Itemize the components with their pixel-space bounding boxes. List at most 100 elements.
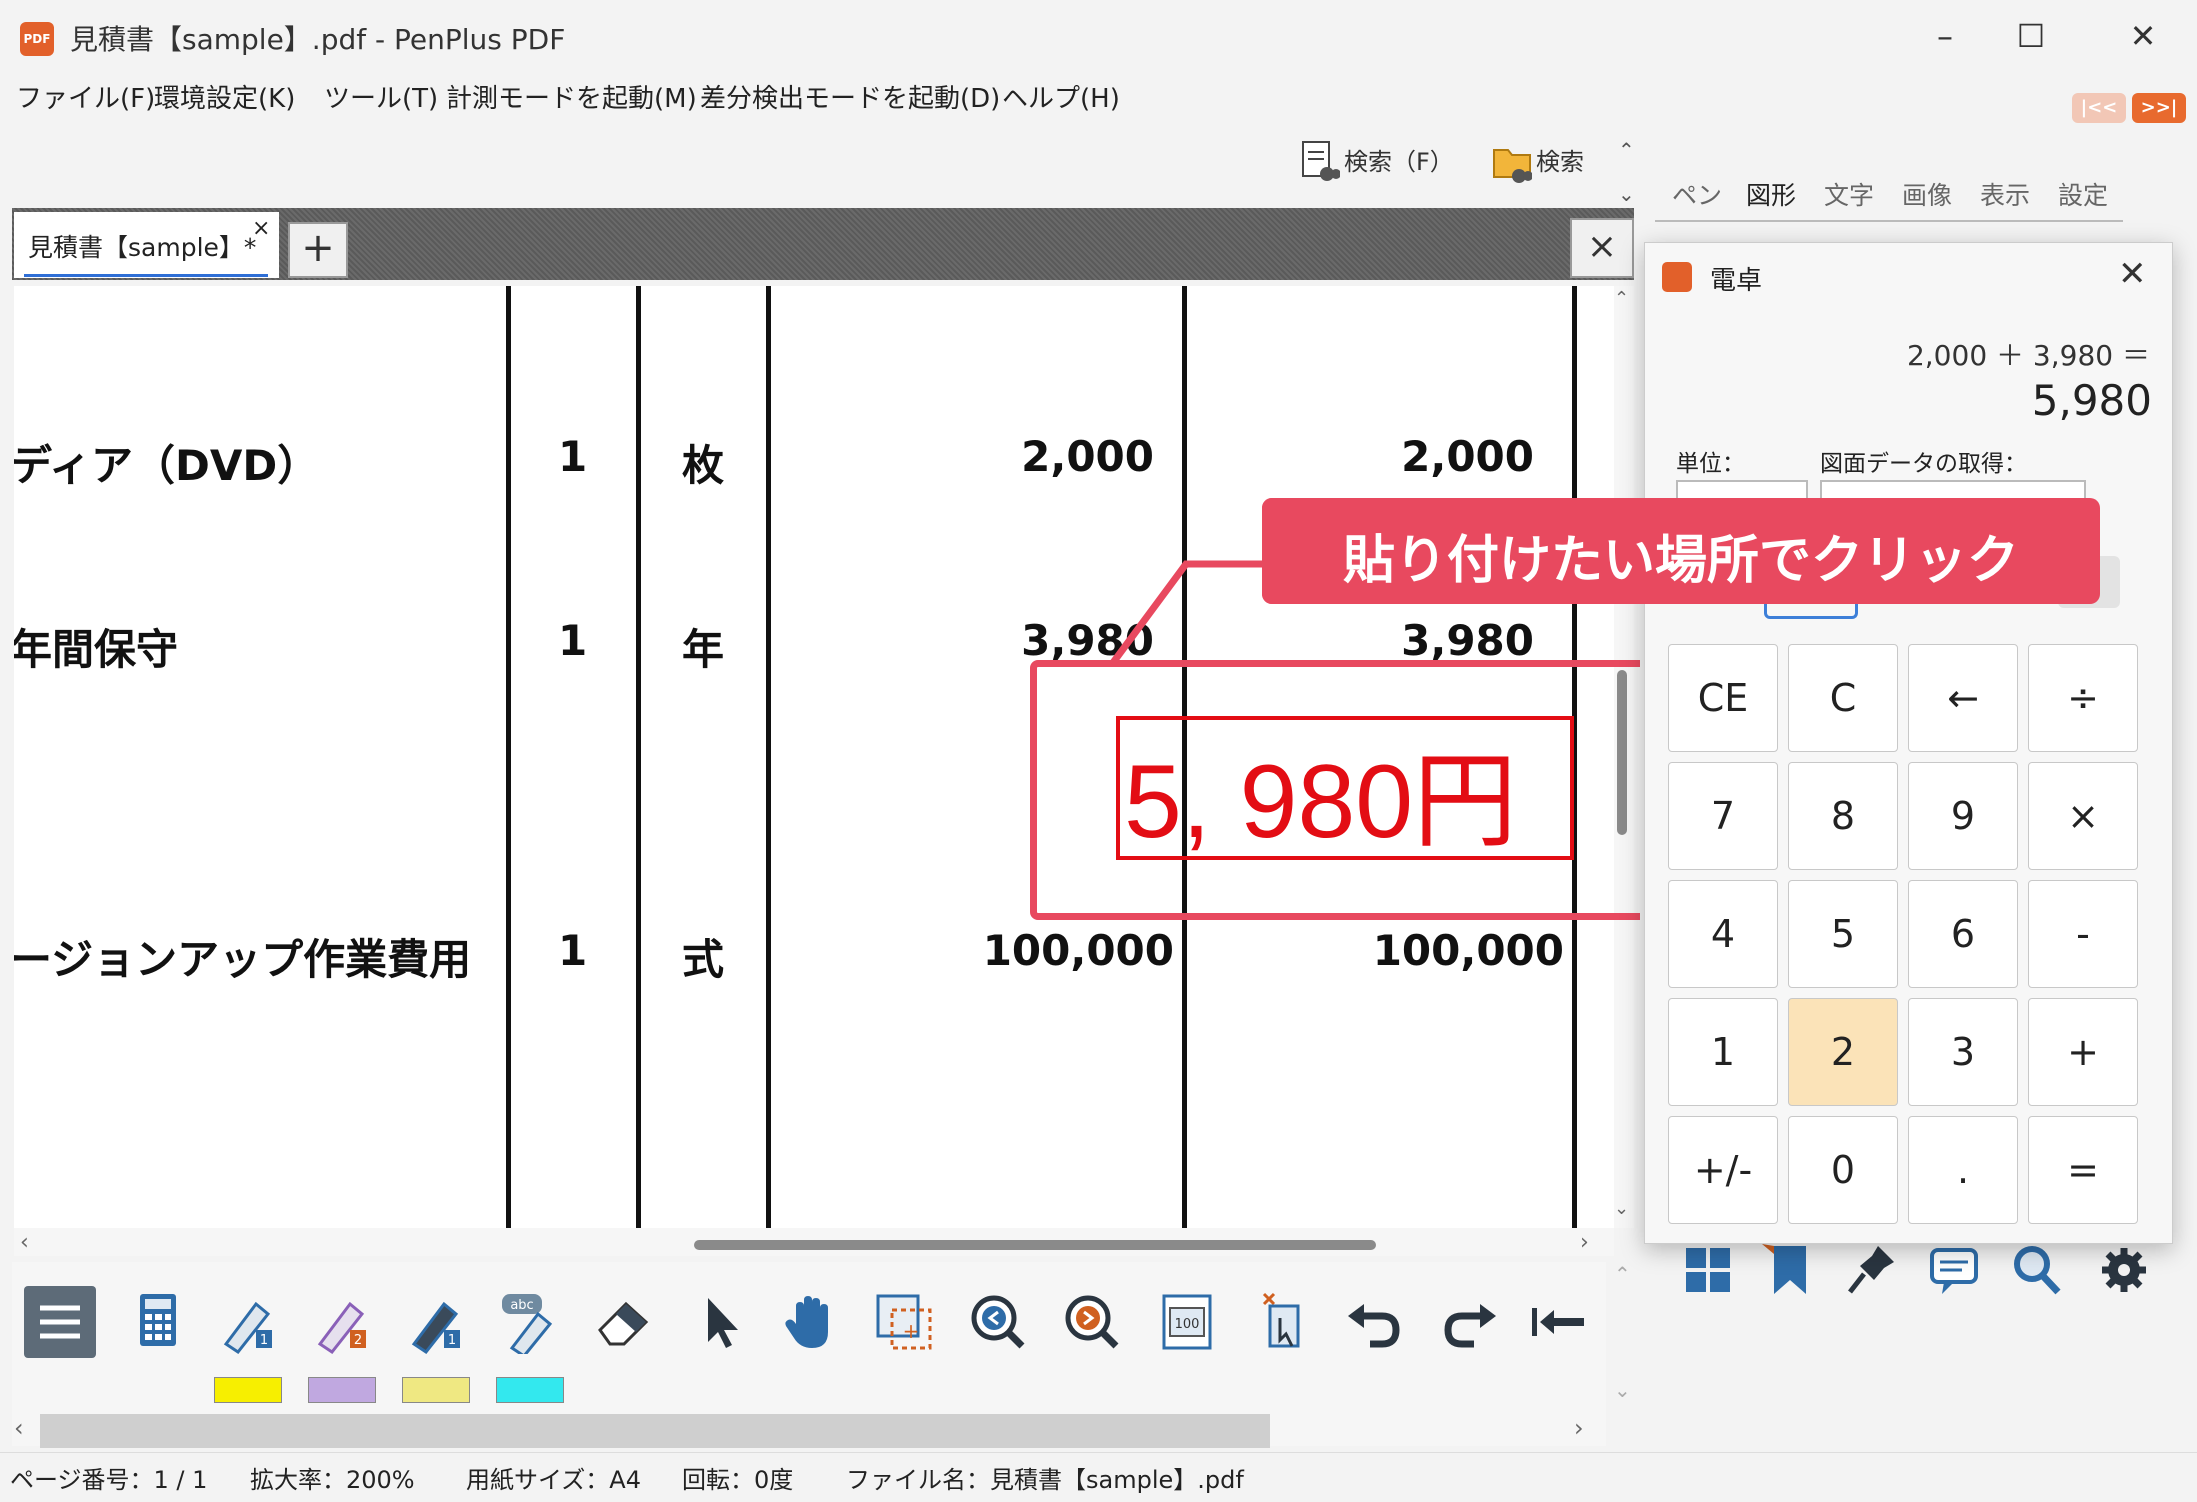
toolbar-scroll-left-icon[interactable]: ‹	[14, 1414, 24, 1442]
menu-diff-mode[interactable]: 差分検出モードを起動(D)	[700, 78, 1000, 115]
calc-key-8[interactable]: 8	[1788, 762, 1898, 870]
calc-key-multiply[interactable]: ×	[2028, 762, 2138, 870]
zoom-out-icon[interactable]	[964, 1290, 1034, 1354]
table-column-line	[636, 286, 641, 1228]
calc-key-7[interactable]: 7	[1668, 762, 1778, 870]
status-paper-size: 用紙サイズ：A4	[466, 1466, 641, 1494]
collapse-down-icon[interactable]: ⌄	[1618, 182, 1635, 206]
panel-tab-view[interactable]: 表示	[1980, 176, 2030, 212]
panel-tab-text[interactable]: 文字	[1824, 176, 1874, 212]
new-tab-button[interactable]: +	[288, 222, 348, 278]
pen3-color-swatch[interactable]	[402, 1377, 470, 1403]
calc-key-equals[interactable]: =	[2028, 1116, 2138, 1224]
selected-option-button[interactable]	[1764, 604, 1858, 619]
status-zoom: 拡大率：200%	[250, 1466, 415, 1494]
svg-text:100: 100	[1175, 1317, 1200, 1332]
pen3-icon[interactable]: 1	[400, 1290, 470, 1355]
eraser-icon[interactable]	[588, 1290, 658, 1354]
zoom-in-icon[interactable]	[1058, 1290, 1128, 1354]
scroll-right-icon[interactable]: ›	[1580, 1230, 1589, 1255]
menu-icon[interactable]	[24, 1286, 96, 1358]
window-title: 見積書【sample】.pdf - PenPlus PDF	[70, 23, 566, 56]
redo-icon[interactable]	[1434, 1290, 1504, 1354]
panel-tab-settings[interactable]: 設定	[2058, 176, 2108, 212]
calc-key-divide[interactable]: ÷	[2028, 644, 2138, 752]
scroll-left-icon[interactable]: ‹	[20, 1230, 29, 1255]
calculator-close-button[interactable]: ✕	[2118, 254, 2147, 294]
text-pen-color-swatch[interactable]	[496, 1377, 564, 1403]
pin-icon[interactable]	[1844, 1240, 1900, 1300]
table-cell-amount: 2,000	[1401, 432, 1534, 481]
stamp-icon[interactable]	[1246, 1290, 1316, 1354]
panel-tab-shape[interactable]: 図形	[1746, 176, 1796, 212]
panel-tab-pen[interactable]: ペン	[1672, 176, 1722, 212]
calc-key-5[interactable]: 5	[1788, 880, 1898, 988]
table-cell-amount: 3,980	[1401, 616, 1534, 665]
table-cell-price: 2,000	[1021, 432, 1154, 481]
menu-file[interactable]: ファイル(F)	[16, 78, 155, 115]
close-document-button[interactable]: ×	[1570, 218, 1634, 278]
scroll-up-icon[interactable]: ⌃	[1614, 288, 1629, 309]
pen1-icon[interactable]: 1	[212, 1290, 282, 1355]
minimize-button[interactable]: –	[1910, 8, 1980, 64]
pen1-color-swatch[interactable]	[214, 1377, 282, 1403]
area-select-icon[interactable]: +	[870, 1290, 940, 1354]
pen2-icon[interactable]: 2	[306, 1290, 376, 1355]
calc-key-backspace[interactable]: ←	[1908, 644, 2018, 752]
calc-key-1[interactable]: 1	[1668, 998, 1778, 1106]
select-arrow-icon[interactable]	[682, 1290, 752, 1354]
table-cell-item: ージョンアップ作業費用	[14, 935, 472, 984]
panel-scroll-up-icon[interactable]: ⌃	[1614, 1262, 1631, 1286]
undo-icon[interactable]	[1340, 1290, 1410, 1354]
maximize-button[interactable]: ☐	[1996, 8, 2066, 64]
panel-tab-image[interactable]: 画像	[1902, 176, 1952, 212]
table-cell-price: 3,980	[1021, 616, 1154, 665]
calc-key-add[interactable]: +	[2028, 998, 2138, 1106]
table-cell-qty: 1	[558, 616, 588, 665]
calc-key-3[interactable]: 3	[1908, 998, 2018, 1106]
collapse-up-icon[interactable]: ⌃	[1618, 138, 1635, 162]
calc-key-negate[interactable]: +/-	[1668, 1116, 1778, 1224]
calc-key-6[interactable]: 6	[1908, 880, 2018, 988]
folder-search-button[interactable]: 検索	[1492, 140, 1584, 186]
panel-tab-divider	[1655, 220, 2123, 222]
page-fit-icon[interactable]: 100	[1152, 1290, 1222, 1354]
menu-measure-mode[interactable]: 計測モードを起動(M)	[446, 78, 697, 115]
toolbar-scroll-thumb[interactable]	[40, 1414, 1270, 1448]
search-icon[interactable]	[2008, 1240, 2064, 1300]
calc-key-ce[interactable]: CE	[1668, 644, 1778, 752]
pen2-color-swatch[interactable]	[308, 1377, 376, 1403]
calc-key-0[interactable]: 0	[1788, 1116, 1898, 1224]
file-search-button[interactable]: 検索（F）	[1300, 140, 1454, 186]
folder-search-label: 検索	[1536, 148, 1584, 176]
hand-icon[interactable]	[776, 1290, 846, 1354]
menu-tools[interactable]: ツール(T)	[324, 78, 438, 115]
grid-icon[interactable]	[1680, 1240, 1736, 1300]
close-window-button[interactable]: ✕	[2108, 8, 2178, 64]
callout-text-overlay: 貼り付けたい場所でクリック	[1342, 531, 2019, 591]
prev-arrow-button[interactable]: |<<	[2072, 93, 2126, 123]
tab-close-icon[interactable]: ×	[252, 216, 270, 241]
calc-key-9[interactable]: 9	[1908, 762, 2018, 870]
menu-preferences[interactable]: 環境設定(K)	[154, 78, 295, 115]
text-pen-icon[interactable]: abc	[494, 1290, 564, 1359]
calc-key-decimal[interactable]: .	[1908, 1116, 2018, 1224]
calculator-icon[interactable]	[124, 1290, 194, 1354]
first-page-icon[interactable]	[1528, 1290, 1598, 1354]
status-rotation: 回転：0度	[682, 1466, 794, 1494]
menu-help[interactable]: ヘルプ(H)	[1002, 78, 1120, 115]
toolbar-scroll-right-icon[interactable]: ›	[1574, 1414, 1584, 1442]
calc-key-c[interactable]: C	[1788, 644, 1898, 752]
scroll-down-icon[interactable]: ⌄	[1614, 1198, 1629, 1219]
calc-key-4[interactable]: 4	[1668, 880, 1778, 988]
bookmark-icon[interactable]	[1762, 1240, 1818, 1300]
gear-icon[interactable]	[2096, 1240, 2152, 1300]
panel-scroll-down-icon[interactable]: ⌄	[1614, 1378, 1631, 1402]
table-cell-amount: 100,000	[1372, 926, 1564, 975]
comment-icon[interactable]	[1926, 1240, 1982, 1300]
calc-key-2[interactable]: 2	[1788, 998, 1898, 1106]
calc-key-subtract[interactable]: -	[2028, 880, 2138, 988]
horizontal-scroll-thumb[interactable]	[694, 1240, 1376, 1250]
calculator-expression: 2,000 ＋ 3,980 ＝	[1906, 339, 2150, 372]
next-arrow-button[interactable]: >>|	[2132, 93, 2186, 123]
